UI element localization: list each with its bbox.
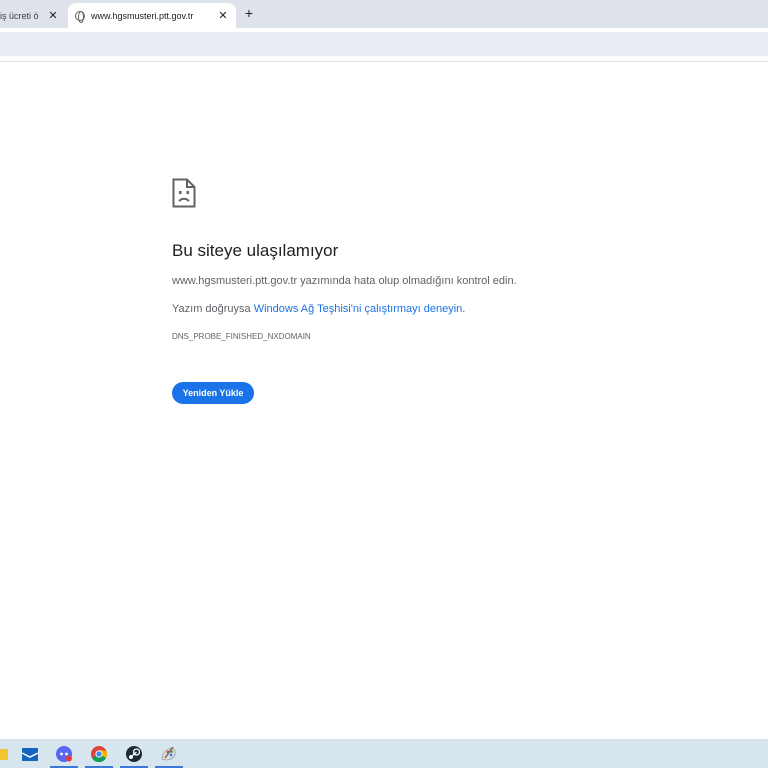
error-code: DNS_PROBE_FINISHED_NXDOMAIN xyxy=(172,332,311,341)
reload-button[interactable]: Yeniden Yükle xyxy=(172,382,254,404)
suggestion-text: Yazım doğruysa Windows Ağ Teşhisi'ni çal… xyxy=(172,303,465,315)
suggestion-suffix: . xyxy=(462,303,466,315)
taskbar xyxy=(0,739,768,768)
address-bar[interactable] xyxy=(0,32,768,56)
mail-icon xyxy=(21,747,39,761)
paint-icon xyxy=(161,746,176,760)
tab-active[interactable]: www.hgsmusteri.ptt.gov.tr ✕ xyxy=(68,3,236,28)
tab-inactive[interactable]: iş ücreti ö ✕ xyxy=(0,3,67,28)
page-title: Bu siteye ulaşılamıyor xyxy=(172,241,339,260)
taskbar-item-steam[interactable] xyxy=(120,739,148,768)
toolbar-divider xyxy=(0,61,768,62)
close-icon[interactable]: ✕ xyxy=(47,9,59,22)
globe-icon xyxy=(75,10,85,23)
chrome-icon xyxy=(91,745,108,762)
taskbar-item-paint[interactable] xyxy=(155,739,183,768)
taskbar-item-mail[interactable] xyxy=(16,739,44,768)
discord-icon xyxy=(56,745,72,762)
toolbar xyxy=(0,28,768,58)
tab-title: www.hgsmusteri.ptt.gov.tr xyxy=(91,10,194,21)
network-diagnostics-link[interactable]: Windows Ağ Teşhisi'ni çalıştırmayı deney… xyxy=(254,303,463,315)
sad-document-icon xyxy=(172,178,196,208)
tab-title: iş ücreti ö xyxy=(0,10,39,21)
taskbar-item-chrome[interactable] xyxy=(85,739,113,768)
close-icon[interactable]: ✕ xyxy=(217,10,229,22)
tab-strip: iş ücreti ö ✕ www.hgsmusteri.ptt.gov.tr … xyxy=(0,0,768,28)
new-tab-button[interactable]: + xyxy=(242,5,256,21)
taskbar-item-folder[interactable] xyxy=(0,739,14,768)
taskbar-item-discord[interactable] xyxy=(50,739,78,768)
suggestion-prefix: Yazım doğruysa xyxy=(172,303,254,315)
check-spelling-text: www.hgsmusteri.ptt.gov.tr yazımında hata… xyxy=(172,275,517,287)
steam-icon xyxy=(126,745,142,762)
folder-icon xyxy=(0,748,8,760)
error-page: Bu siteye ulaşılamıyor www.hgsmusteri.pt… xyxy=(172,178,732,404)
